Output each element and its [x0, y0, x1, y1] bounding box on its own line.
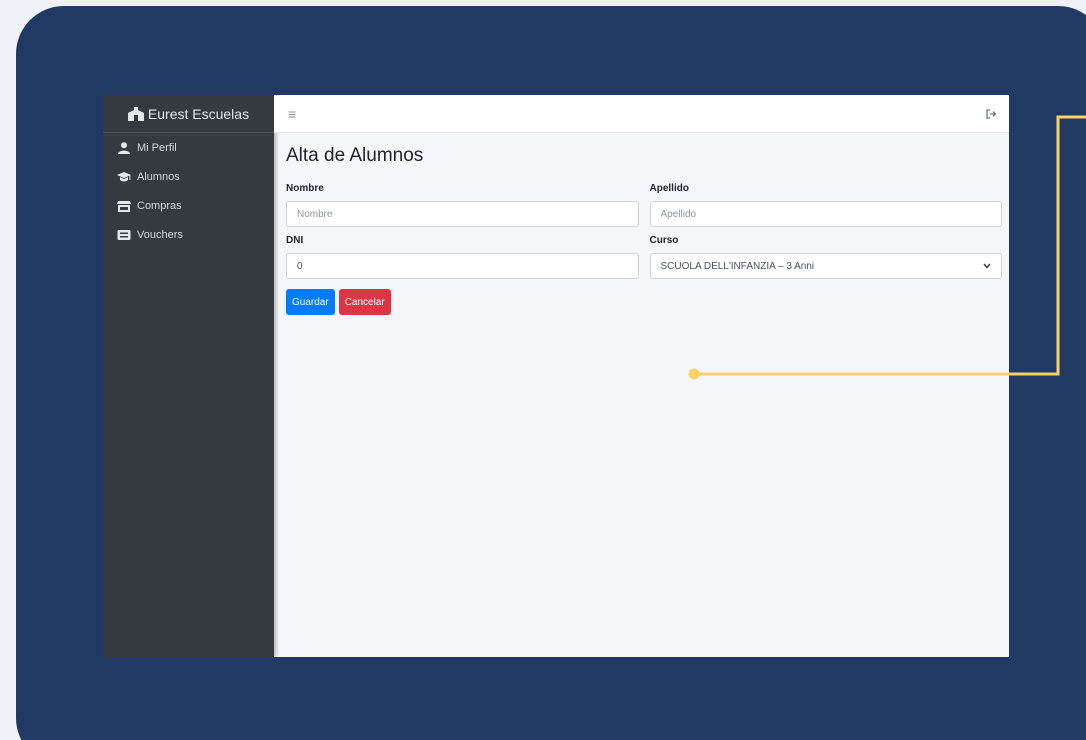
cancel-button[interactable]: Cancelar	[338, 289, 391, 315]
ticket-icon	[117, 229, 131, 240]
top-navbar: ≡	[274, 95, 1009, 133]
curso-selected-value: SCUOLA DELL'INFANZIA – 3 Anni	[660, 260, 815, 272]
apellido-input[interactable]	[649, 201, 1002, 227]
sidebar-item-vouchers[interactable]: Vouchers	[103, 220, 274, 249]
nombre-field-group: Nombre	[286, 183, 639, 227]
chevron-down-icon	[983, 263, 991, 269]
school-icon	[127, 106, 144, 121]
brand[interactable]: Eurest Escuelas	[103, 95, 274, 133]
sidebar: Eurest Escuelas Mi Perfil Alumnos Compra…	[103, 95, 274, 657]
apellido-label: Apellido	[649, 183, 689, 194]
sidebar-item-label: Alumnos	[137, 170, 180, 183]
save-button[interactable]: Guardar	[286, 289, 335, 315]
form-actions: Guardar Cancelar	[286, 289, 1002, 315]
brand-name: Eurest Escuelas	[147, 105, 250, 122]
dni-label: DNI	[286, 235, 304, 246]
page-title: Alta de Alumnos	[286, 145, 424, 166]
sidebar-item-compras[interactable]: Compras	[103, 191, 274, 220]
curso-label: Curso	[649, 235, 679, 246]
user-icon	[118, 141, 130, 154]
app-window: Eurest Escuelas Mi Perfil Alumnos Compra…	[103, 95, 1009, 657]
store-icon	[117, 200, 131, 212]
curso-field-group: Curso SCUOLA DELL'INFANZIA – 3 Anni	[649, 235, 1002, 279]
apellido-field-group: Apellido	[649, 183, 1002, 227]
sidebar-item-label: Compras	[137, 199, 182, 212]
nombre-label: Nombre	[286, 183, 324, 194]
sidebar-item-mi-perfil[interactable]: Mi Perfil	[103, 133, 274, 162]
form-row: DNI Curso SCUOLA DELL'INFANZIA – 3 Anni	[286, 235, 1002, 279]
dni-input[interactable]	[286, 253, 639, 279]
sidebar-item-label: Vouchers	[137, 228, 183, 241]
dni-field-group: DNI	[286, 235, 639, 279]
hamburger-icon[interactable]: ≡	[288, 107, 296, 121]
sidebar-item-label: Mi Perfil	[137, 141, 177, 154]
curso-select[interactable]: SCUOLA DELL'INFANZIA – 3 Anni	[649, 253, 1002, 279]
main-content: Alta de Alumnos Nombre Apellido DNI Curs…	[286, 145, 1002, 315]
sidebar-item-alumnos[interactable]: Alumnos	[103, 162, 274, 191]
graduation-cap-icon	[117, 171, 131, 181]
logout-icon[interactable]	[986, 108, 997, 119]
nombre-input[interactable]	[286, 201, 639, 227]
form-row: Nombre Apellido	[286, 183, 1002, 227]
